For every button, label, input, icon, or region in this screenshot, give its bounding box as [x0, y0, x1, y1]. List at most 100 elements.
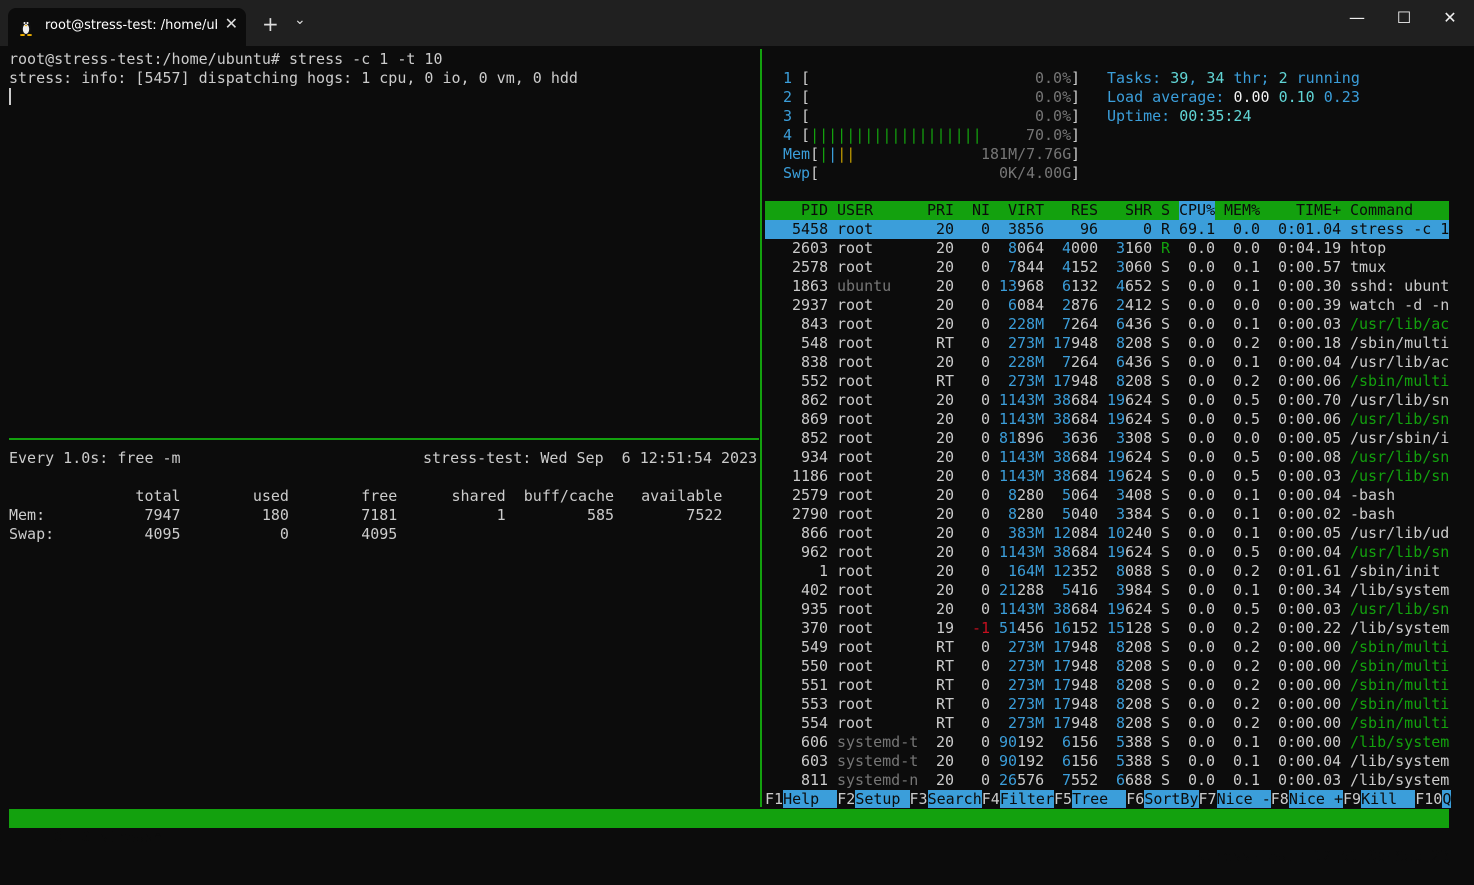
- column-header-state[interactable]: S: [1161, 201, 1170, 220]
- mem-value: 181M/7.76G: [981, 145, 1072, 163]
- cell-virt: 3856: [1008, 220, 1045, 238]
- fkey-f4[interactable]: F4: [982, 790, 1000, 808]
- fkey-f5[interactable]: F5: [1054, 790, 1072, 808]
- cell-pri: 20: [936, 277, 955, 295]
- column-header-pri[interactable]: PRI: [927, 201, 954, 220]
- fkey-f7[interactable]: F7: [1199, 790, 1217, 808]
- close-window-button[interactable]: ✕: [1427, 8, 1473, 36]
- cell-pri: 20: [936, 505, 955, 523]
- cell-user: root: [837, 296, 874, 314]
- column-header-command[interactable]: Command: [1350, 201, 1413, 220]
- cell-shr: 8208: [1116, 638, 1153, 656]
- cell-cpu: 0.0: [1188, 562, 1216, 580]
- cell-state: S: [1161, 752, 1171, 770]
- cell-user: root: [837, 372, 874, 390]
- cell-time: 0:00.08: [1278, 448, 1342, 466]
- column-header-user[interactable]: USER: [837, 201, 873, 220]
- cpu-id: 3: [783, 107, 793, 125]
- cell-cpu: 0.0: [1188, 714, 1216, 732]
- cell-pid: 843: [801, 315, 829, 333]
- cell-ni: 0: [981, 676, 991, 694]
- cpu-percent: 0.0%: [1035, 88, 1072, 106]
- cell-time: 0:00.00: [1278, 714, 1342, 732]
- pane-divider-vertical[interactable]: [760, 49, 762, 807]
- fkey-label[interactable]: Nice +: [1288, 790, 1343, 808]
- cell-time: 0:00.04: [1278, 752, 1342, 770]
- close-tab-icon[interactable]: ✕: [225, 14, 238, 33]
- fkey-label[interactable]: Q: [1442, 790, 1452, 808]
- fkey-f6[interactable]: F6: [1126, 790, 1144, 808]
- column-header-res[interactable]: RES: [1071, 201, 1098, 220]
- cell-mem: 0.5: [1233, 543, 1261, 561]
- cell-shr: 3984: [1116, 581, 1153, 599]
- tmux-window-list[interactable]: [0] 0:stress*: [45, 828, 162, 846]
- cell-command: /lib/system: [1350, 752, 1450, 770]
- cell-command: /usr/lib/sn: [1350, 600, 1450, 618]
- fkey-label[interactable]: Search: [927, 790, 982, 808]
- terminal-tab[interactable]: root@stress-test: /home/ubu ✕: [8, 8, 246, 46]
- cell-cpu: 0.0: [1188, 410, 1216, 428]
- column-header-mem[interactable]: MEM%: [1224, 201, 1260, 220]
- cell-virt: 8064: [1008, 239, 1045, 257]
- cell-res: 38684: [1053, 543, 1099, 561]
- cell-state: S: [1161, 638, 1171, 656]
- cell-user: root: [837, 714, 874, 732]
- function-key-bar: F1Help F2Setup F3SearchF4FilterF5Tree F6…: [765, 790, 1452, 809]
- terminal-area[interactable]: root@stress-test:/home/ubuntu# stress -c…: [0, 46, 1474, 865]
- cell-ni: 0: [981, 524, 991, 542]
- column-header-ni[interactable]: NI: [972, 201, 990, 220]
- cell-pid: 2937: [792, 296, 829, 314]
- fkey-label[interactable]: Tree: [1072, 790, 1127, 808]
- cell-cpu: 0.0: [1188, 752, 1216, 770]
- cell-user: root: [837, 448, 874, 466]
- cell-state: S: [1161, 676, 1171, 694]
- cell-ni: 0: [981, 258, 991, 276]
- fkey-label[interactable]: Help: [783, 790, 838, 808]
- column-header-virt[interactable]: VIRT: [1008, 201, 1044, 220]
- cell-mem: 0.2: [1233, 657, 1261, 675]
- cell-state: S: [1161, 277, 1171, 295]
- column-header-pid[interactable]: PID: [801, 201, 828, 220]
- minimize-button[interactable]: —: [1334, 8, 1380, 36]
- fkey-f1[interactable]: F1: [765, 790, 783, 808]
- cell-ni: 0: [981, 562, 991, 580]
- cell-mem: 0.1: [1233, 315, 1261, 333]
- tasks-line: Tasks: 39, 34 thr; 2 running: [1107, 69, 1360, 87]
- new-tab-button[interactable]: +: [262, 12, 279, 36]
- cell-res: 5064: [1062, 486, 1099, 504]
- cell-command: /lib/system: [1350, 733, 1450, 751]
- cell-state: S: [1161, 657, 1171, 675]
- column-header-time[interactable]: TIME+: [1296, 201, 1341, 220]
- cell-res: 7264: [1062, 353, 1099, 371]
- cell-state: S: [1161, 296, 1171, 314]
- cell-res: 2876: [1062, 296, 1099, 314]
- fkey-f3[interactable]: F3: [910, 790, 928, 808]
- cell-virt: 90192: [999, 752, 1045, 770]
- cell-mem: 0.0: [1233, 429, 1261, 447]
- cell-user: root: [837, 334, 874, 352]
- fkey-label[interactable]: Filter: [999, 790, 1054, 808]
- chevron-down-icon[interactable]: ⌄: [294, 12, 306, 28]
- cell-state: S: [1161, 600, 1171, 618]
- cell-state: S: [1161, 429, 1171, 447]
- fkey-f8[interactable]: F8: [1271, 790, 1289, 808]
- fkey-f9[interactable]: F9: [1343, 790, 1361, 808]
- fkey-label[interactable]: Setup: [855, 790, 910, 808]
- cell-command: watch -d -n: [1350, 296, 1450, 314]
- cell-mem: 0.0: [1233, 220, 1261, 238]
- fkey-label[interactable]: Nice -: [1216, 790, 1271, 808]
- cell-res: 38684: [1053, 600, 1099, 618]
- cell-ni: 0: [981, 239, 991, 257]
- fkey-f2[interactable]: F2: [837, 790, 855, 808]
- column-header-shr[interactable]: SHR: [1125, 201, 1152, 220]
- cell-command: /sbin/multi: [1350, 334, 1450, 352]
- cell-res: 16152: [1053, 619, 1099, 637]
- cell-pid: 862: [801, 391, 829, 409]
- column-header-cpu[interactable]: CPU%: [1179, 201, 1216, 220]
- cell-state: S: [1161, 486, 1171, 504]
- fkey-label[interactable]: Kill: [1361, 790, 1416, 808]
- maximize-button[interactable]: ☐: [1381, 8, 1427, 36]
- cell-res: 6156: [1062, 733, 1099, 751]
- fkey-label[interactable]: SortBy: [1144, 790, 1199, 808]
- fkey-f10[interactable]: F10: [1415, 790, 1442, 808]
